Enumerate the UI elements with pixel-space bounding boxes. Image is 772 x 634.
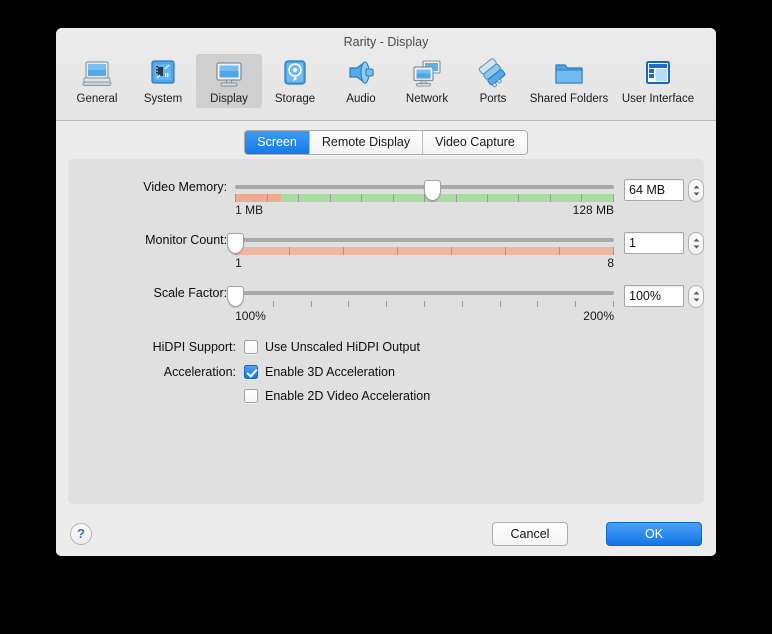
chip-icon	[146, 57, 180, 91]
chevron-up-icon	[693, 291, 699, 295]
video-memory-slider-handle[interactable]	[424, 180, 442, 201]
toolbar-item-user-interface[interactable]: User Interface	[612, 54, 704, 108]
monitor-count-input[interactable]: 1	[624, 232, 684, 254]
enable-3d-acceleration-label: Enable 3D Acceleration	[265, 365, 395, 379]
monitor-count-slider-handle[interactable]	[227, 233, 245, 254]
settings-toolbar: Rarity - Display General System Display …	[56, 28, 716, 121]
toolbar-item-label: Network	[405, 93, 449, 105]
hidpi-checkbox[interactable]	[244, 340, 258, 354]
chevron-down-icon	[693, 298, 699, 302]
hidpi-checkbox-row[interactable]: Use Unscaled HiDPI Output	[244, 340, 420, 354]
scale-factor-row: Scale Factor: 100% 200% 100%	[68, 285, 704, 323]
video-memory-input[interactable]: 64 MB	[624, 179, 684, 201]
toolbar-item-label: Display	[210, 93, 248, 105]
monitor-count-stepper[interactable]	[688, 232, 704, 255]
enable-2d-acceleration-checkbox[interactable]	[244, 389, 258, 403]
acceleration-row: Acceleration: Enable 3D Acceleration	[68, 364, 704, 380]
folder-icon	[552, 57, 586, 91]
toolbar-item-system[interactable]: System	[130, 54, 196, 108]
ok-button[interactable]: OK	[606, 522, 702, 546]
video-memory-stepper[interactable]	[688, 179, 704, 202]
toolbar-item-general[interactable]: General	[64, 54, 130, 108]
chevron-up-icon	[693, 185, 699, 189]
toolbar-item-audio[interactable]: Audio	[328, 54, 394, 108]
toolbar-item-label: General	[76, 93, 118, 105]
vm-settings-window: Rarity - Display General System Display …	[56, 28, 716, 556]
dialog-footer: ? Cancel OK	[56, 516, 716, 555]
toolbar-item-display[interactable]: Display	[196, 54, 262, 108]
monitor-count-min-label: 1	[235, 256, 242, 270]
scale-factor-max-label: 200%	[583, 309, 614, 323]
settings-body: Screen Remote Display Video Capture Vide…	[56, 121, 716, 516]
acceleration-2d-row: Enable 2D Video Acceleration	[68, 389, 704, 403]
scale-factor-min-label: 100%	[235, 309, 266, 323]
ports-plugs-icon	[476, 57, 510, 91]
desktop-background: Rarity - Display General System Display …	[0, 0, 772, 634]
network-monitors-icon	[410, 57, 444, 91]
slider-range-bar	[235, 247, 614, 255]
video-memory-row: Video Memory: 1 MB 128 MB 64 MB	[68, 179, 704, 217]
toolbar-item-ports[interactable]: Ports	[460, 54, 526, 108]
scale-factor-label: Scale Factor:	[153, 286, 228, 300]
screen-settings-panel: Video Memory: 1 MB 128 MB 64 MB Monitor …	[68, 159, 704, 504]
toolbar-item-label: User Interface	[621, 93, 695, 105]
scale-factor-range-labels: 100% 200%	[235, 309, 614, 323]
scale-factor-stepper[interactable]	[688, 285, 704, 308]
monitor-count-spinbox: 1	[624, 232, 704, 255]
hidpi-checkbox-label: Use Unscaled HiDPI Output	[265, 340, 420, 354]
enable-2d-acceleration-label: Enable 2D Video Acceleration	[265, 389, 431, 403]
tab-bar: Screen Remote Display Video Capture	[56, 130, 716, 155]
window-layout-icon	[641, 57, 675, 91]
slider-track	[235, 291, 614, 295]
window-title: Rarity - Display	[343, 35, 429, 49]
scale-factor-slider-handle[interactable]	[227, 286, 245, 307]
toolbar-item-label: System	[143, 93, 183, 105]
display-monitor-icon	[212, 57, 246, 91]
video-memory-max-label: 128 MB	[572, 203, 614, 217]
video-memory-slider[interactable]: 1 MB 128 MB	[235, 179, 614, 217]
chevron-down-icon	[693, 192, 699, 196]
scale-factor-input[interactable]: 100%	[624, 285, 684, 307]
cancel-button[interactable]: Cancel	[492, 522, 568, 546]
toolbar-item-label: Shared Folders	[529, 93, 609, 105]
enable-2d-acceleration-row[interactable]: Enable 2D Video Acceleration	[244, 389, 430, 403]
toolbar-item-label: Ports	[479, 93, 507, 105]
hidpi-support-row: HiDPI Support: Use Unscaled HiDPI Output	[68, 339, 704, 355]
monitor-count-max-label: 8	[607, 256, 614, 270]
scale-factor-spinbox: 100%	[624, 285, 704, 308]
chevron-down-icon	[693, 245, 699, 249]
monitor-count-row: Monitor Count: 1 8 1	[68, 232, 704, 270]
tab-remote-display[interactable]: Remote Display	[308, 131, 423, 154]
help-button[interactable]: ?	[70, 523, 92, 545]
speaker-icon	[344, 57, 378, 91]
enable-3d-acceleration-row[interactable]: Enable 3D Acceleration	[244, 365, 395, 379]
toolbar-item-list: General System Display Storage Audio Net…	[64, 54, 708, 108]
video-memory-min-label: 1 MB	[235, 203, 264, 217]
enable-3d-acceleration-checkbox[interactable]	[244, 365, 258, 379]
hard-disk-icon	[278, 57, 312, 91]
chevron-up-icon	[693, 238, 699, 242]
slider-ticks	[235, 301, 614, 307]
slider-track	[235, 238, 614, 242]
monitor-count-label: Monitor Count:	[145, 233, 228, 247]
monitor-count-slider[interactable]: 1 8	[227, 232, 614, 270]
video-memory-spinbox: 64 MB	[624, 179, 704, 202]
monitor-laptop-icon	[80, 57, 114, 91]
video-memory-range-labels: 1 MB 128 MB	[235, 203, 614, 217]
video-memory-label: Video Memory:	[143, 180, 228, 194]
acceleration-label: Acceleration:	[163, 365, 236, 379]
toolbar-item-storage[interactable]: Storage	[262, 54, 328, 108]
toolbar-item-label: Audio	[346, 93, 376, 105]
hidpi-support-label: HiDPI Support:	[152, 340, 236, 354]
tab-video-capture[interactable]: Video Capture	[422, 131, 527, 154]
toolbar-item-network[interactable]: Network	[394, 54, 460, 108]
tab-screen[interactable]: Screen	[245, 131, 309, 154]
toolbar-item-label: Storage	[274, 93, 316, 105]
scale-factor-slider[interactable]: 100% 200%	[227, 285, 614, 323]
monitor-count-range-labels: 1 8	[235, 256, 614, 270]
toolbar-item-shared-folders[interactable]: Shared Folders	[526, 54, 612, 108]
